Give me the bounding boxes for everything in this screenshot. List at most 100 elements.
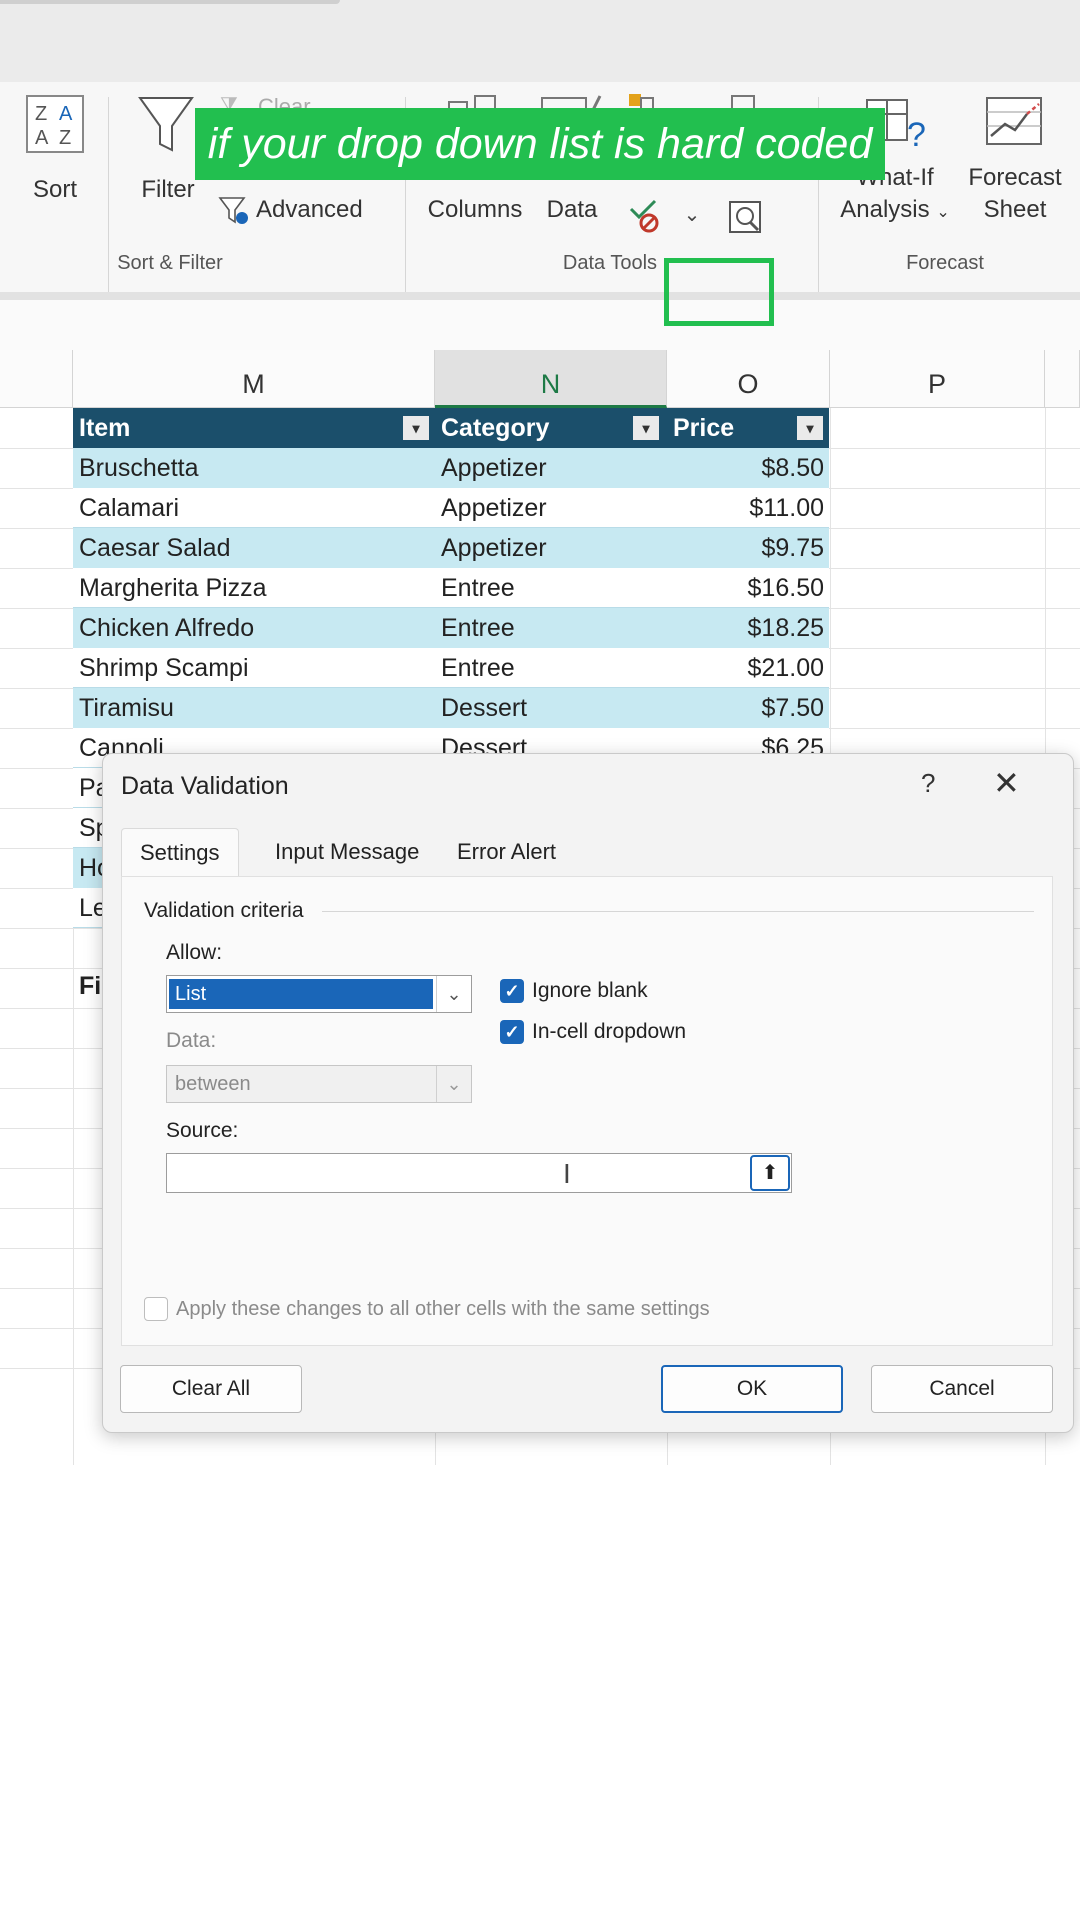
table-row[interactable]: Tiramisu Dessert $7.50 <box>73 688 829 728</box>
sort-az-icon: Z A A Z <box>26 95 84 153</box>
column-header-left <box>0 350 73 408</box>
cell-price[interactable]: $11.00 <box>667 488 830 528</box>
svg-text:Z: Z <box>35 103 47 125</box>
ok-button[interactable]: OK <box>661 1365 843 1413</box>
allow-label: AAllow: <box>166 941 223 964</box>
window-tab <box>0 0 340 4</box>
collapse-dialog-button[interactable]: ⬆ <box>750 1155 790 1191</box>
svg-text:Z: Z <box>59 127 71 149</box>
data-select-value: between <box>175 1073 251 1095</box>
source-input[interactable]: I <box>166 1153 792 1193</box>
forecast-sheet-icon <box>986 97 1042 145</box>
ignore-blank-checkbox[interactable]: ✓ <box>500 979 524 1003</box>
cell-category[interactable]: Entree <box>435 648 667 688</box>
cell-price[interactable]: $8.50 <box>667 448 830 488</box>
column-header-o[interactable]: O <box>667 350 830 408</box>
column-header-n[interactable]: N <box>435 350 667 408</box>
apply-all-label: Apply these changes to all other cells w… <box>176 1298 710 1320</box>
text-cursor-icon: I <box>563 1158 571 1189</box>
clean-data-label-2: Data <box>546 196 598 223</box>
forecast-sheet-button[interactable]: Forecast Sheet <box>960 94 1070 234</box>
cancel-button[interactable]: Cancel <box>871 1365 1053 1413</box>
cell-category[interactable]: Entree <box>435 608 667 648</box>
what-if-label-2: Analysis ⌄ <box>840 196 950 223</box>
cell-category[interactable]: Dessert <box>435 688 667 728</box>
cell-price[interactable]: $7.50 <box>667 688 830 728</box>
remove-duplicates-icon[interactable] <box>627 197 663 237</box>
tab-error-alert[interactable]: Error Alert <box>439 828 574 876</box>
allow-select-value: List <box>169 979 433 1009</box>
tab-settings[interactable]: Settings <box>121 828 239 877</box>
data-validation-dropdown-icon[interactable]: ⌄ <box>680 202 704 232</box>
cell-category[interactable]: Entree <box>435 568 667 608</box>
upload-arrow-icon: ⬆ <box>761 1162 779 1184</box>
close-icon[interactable]: ✕ <box>993 764 1020 802</box>
apply-all-checkbox[interactable] <box>144 1297 168 1321</box>
cell-item[interactable]: Calamari <box>73 488 435 528</box>
highlight-box <box>664 258 774 326</box>
in-cell-dropdown-label: In-cell dropdown <box>532 1020 687 1043</box>
table-header-item[interactable]: Item <box>73 408 435 448</box>
table-row[interactable]: Shrimp Scampi Entree $21.00 <box>73 648 829 688</box>
forecast-sheet-label-2: Sheet <box>983 196 1047 223</box>
cell-category[interactable]: Appetizer <box>435 448 667 488</box>
data-select[interactable]: between ⌄ <box>166 1065 472 1103</box>
table-row[interactable]: Margherita Pizza Entree $16.50 <box>73 568 829 608</box>
advanced-filter-icon <box>218 197 248 224</box>
allow-select[interactable]: List ⌄ <box>166 975 472 1013</box>
table-header-row: Item ▾ Category ▾ Price ▾ <box>73 408 829 448</box>
forecast-group-label: Forecast <box>906 252 984 274</box>
cell-price[interactable]: $21.00 <box>667 648 830 688</box>
column-header-m[interactable]: M <box>73 350 435 408</box>
table-row[interactable]: Bruschetta Appetizer $8.50 <box>73 448 829 488</box>
tab-input-message[interactable]: Input Message <box>257 828 437 876</box>
validation-criteria-label: Validation criteria <box>144 899 304 922</box>
cell-item[interactable]: Shrimp Scampi <box>73 648 435 688</box>
dialog-title: Data Validation <box>121 772 289 800</box>
settings-panel: Validation criteria AAllow: List ⌄ Data:… <box>121 876 1053 1346</box>
section-divider <box>322 911 1034 912</box>
data-validation-dialog: Data Validation ? ✕ Settings Input Messa… <box>102 753 1074 1433</box>
table-row[interactable]: Chicken Alfredo Entree $18.25 <box>73 608 829 648</box>
ribbon-divider-bar <box>0 292 1080 300</box>
table-row[interactable]: Calamari Appetizer $11.00 <box>73 488 829 528</box>
in-cell-dropdown-checkbox[interactable]: ✓ <box>500 1020 524 1044</box>
chevron-down-icon: ⌄ <box>936 204 950 221</box>
cell-price[interactable]: $9.75 <box>667 528 830 568</box>
cell-price[interactable]: $18.25 <box>667 608 830 648</box>
cell-category[interactable]: Appetizer <box>435 488 667 528</box>
advanced-label: Advanced <box>256 196 363 223</box>
source-label: Source: <box>166 1119 239 1142</box>
ignore-blank-label: Ignore blank <box>532 979 648 1002</box>
column-header-p[interactable]: P <box>830 350 1045 408</box>
chevron-down-icon[interactable]: ⌄ <box>436 976 471 1012</box>
cell-item[interactable]: Caesar Salad <box>73 528 435 568</box>
table-row[interactable]: Caesar Salad Appetizer $9.75 <box>73 528 829 568</box>
cell-item[interactable]: Chicken Alfredo <box>73 608 435 648</box>
sort-filter-group-label: Sort & Filter <box>117 252 223 274</box>
help-icon[interactable]: ? <box>921 768 935 799</box>
cell-label-partial[interactable]: Fi <box>79 972 101 1001</box>
cell-item[interactable]: Margherita Pizza <box>73 568 435 608</box>
text-to-columns-label-2: Columns <box>427 196 523 223</box>
filter-dropdown-icon[interactable]: ▾ <box>403 416 429 440</box>
cell-item[interactable]: Tiramisu <box>73 688 435 728</box>
sort-label: Sort <box>32 176 77 203</box>
forecast-sheet-label-1: Forecast <box>968 164 1062 191</box>
cell-price[interactable]: $16.50 <box>667 568 830 608</box>
manage-data-model-icon[interactable] <box>728 200 764 236</box>
sort-button[interactable]: Z A A Z Sort <box>20 94 90 204</box>
filter-dropdown-icon[interactable]: ▾ <box>633 416 659 440</box>
filter-funnel-icon <box>138 97 194 152</box>
cell-item[interactable]: Bruschetta <box>73 448 435 488</box>
filter-dropdown-icon[interactable]: ▾ <box>797 416 823 440</box>
data-label: Data: <box>166 1029 217 1052</box>
advanced-filter-button[interactable]: Advanced <box>218 194 378 230</box>
clear-all-button[interactable]: Clear All <box>120 1365 302 1413</box>
cell-category[interactable]: Appetizer <box>435 528 667 568</box>
formula-bar-area <box>0 300 1080 351</box>
chevron-down-icon[interactable]: ⌄ <box>436 1066 471 1102</box>
svg-text:A: A <box>35 127 49 149</box>
video-caption: if your drop down list is hard coded <box>195 108 885 180</box>
svg-text:A: A <box>59 103 73 125</box>
